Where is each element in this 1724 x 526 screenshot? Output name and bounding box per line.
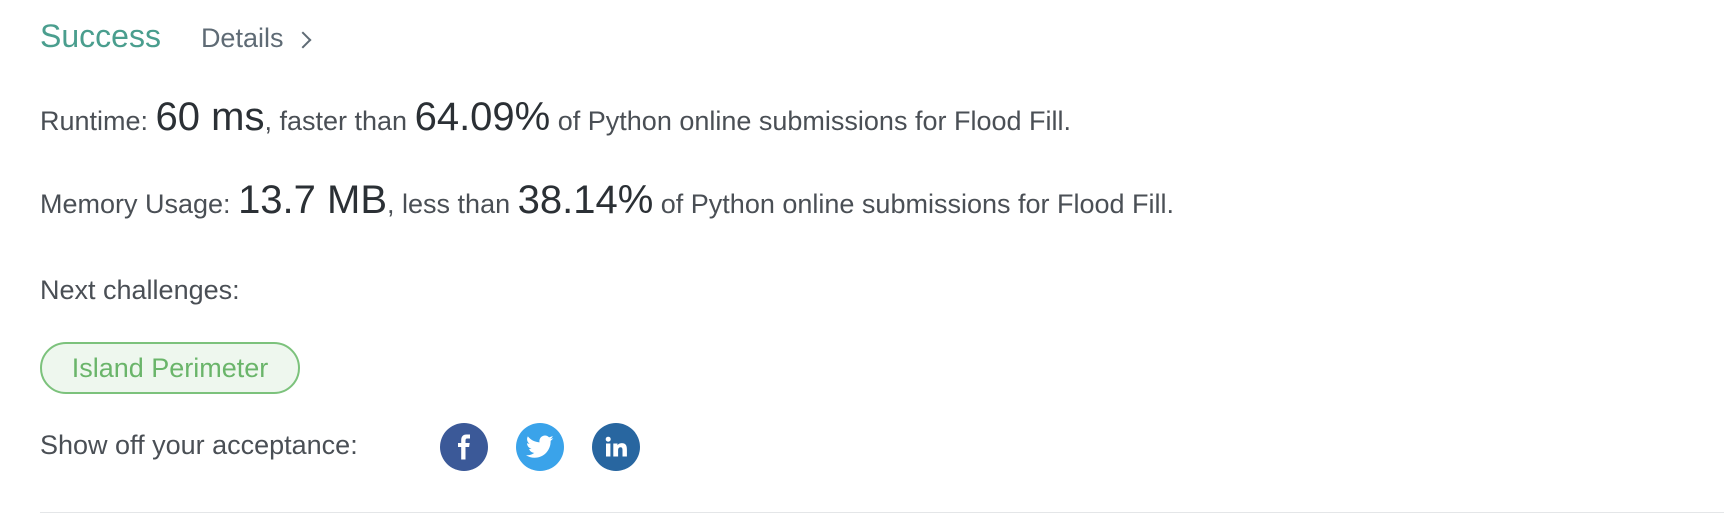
- details-label: Details: [200, 23, 284, 53]
- bottom-divider: [40, 512, 1724, 513]
- runtime-value: 60 ms: [155, 95, 265, 139]
- runtime-mid-text: , faster than: [264, 106, 415, 136]
- runtime-stat: Runtime: 60 ms, faster than 64.09% of Py…: [40, 95, 1071, 140]
- memory-suffix: of Python online submissions for Flood F…: [653, 189, 1175, 219]
- details-link[interactable]: Details: [200, 23, 312, 54]
- share-label: Show off your acceptance:: [40, 430, 358, 460]
- linkedin-share-button[interactable]: [592, 423, 640, 471]
- runtime-label: Runtime:: [40, 106, 156, 136]
- result-header: Success Details: [40, 18, 312, 55]
- twitter-share-button[interactable]: [516, 423, 564, 471]
- memory-label: Memory Usage:: [40, 189, 239, 219]
- memory-percent: 38.14%: [517, 178, 654, 222]
- runtime-suffix: of Python online submissions for Flood F…: [550, 106, 1071, 136]
- next-challenges-label: Next challenges:: [40, 275, 240, 305]
- facebook-share-button[interactable]: [440, 423, 488, 471]
- challenge-tag-island-perimeter[interactable]: Island Perimeter: [40, 342, 300, 394]
- status-label: Success: [40, 18, 161, 54]
- chevron-right-icon: [294, 31, 312, 48]
- linkedin-icon: [605, 436, 627, 457]
- twitter-icon: [526, 435, 554, 458]
- runtime-percent: 64.09%: [414, 95, 551, 139]
- memory-value: 13.7 MB: [238, 178, 388, 222]
- memory-mid-text: , less than: [387, 189, 518, 219]
- facebook-icon: [458, 434, 470, 460]
- memory-stat: Memory Usage: 13.7 MB, less than 38.14% …: [40, 178, 1174, 223]
- submission-result: Success Details Runtime: 60 ms, faster t…: [0, 0, 1724, 526]
